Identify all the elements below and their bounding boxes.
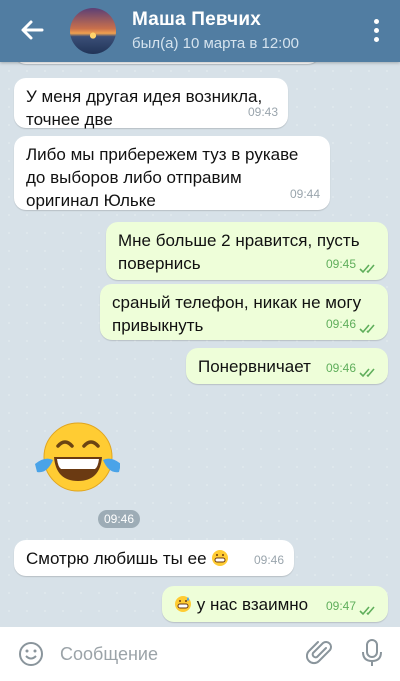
message-bubble-outgoing[interactable]: сраный телефон, никак не могу привыкнуть…	[100, 284, 388, 340]
message-input-bar: Сообщение	[0, 627, 400, 681]
message-bubble-incoming[interactable]: Либо мы прибережем туз в рукаве до выбор…	[14, 136, 330, 210]
message-text: у нас взаимно	[196, 595, 309, 614]
message-time: 09:46	[325, 317, 356, 331]
message-bubble-incoming[interactable]: У меня другая идея возникла, точнее две …	[14, 78, 288, 129]
message-text: Понервничает	[198, 357, 311, 376]
grinning-emoji-icon	[212, 550, 229, 566]
message-bubble-incoming[interactable]: Смотрю любишь ты ее 09:46	[14, 540, 294, 576]
message-input-field[interactable]: Сообщение	[60, 644, 158, 665]
message-time: 09:46	[325, 361, 356, 375]
message-bubble-outgoing[interactable]: Мне больше 2 нравится, пусть повернись 0…	[106, 222, 388, 280]
back-arrow-icon[interactable]	[16, 14, 48, 46]
message-bubble-outgoing[interactable]: у нас взаимно 09:47	[162, 586, 388, 622]
tears-of-joy-emoji-icon[interactable]	[30, 412, 120, 502]
message-time: 09:44	[289, 187, 320, 201]
message-text: Смотрю любишь ты ее	[26, 549, 207, 568]
message-list[interactable]: У меня другая идея возникла, точнее две …	[0, 52, 400, 627]
grinning-sweat-emoji-icon	[175, 596, 191, 612]
contact-name[interactable]: Маша Певчих	[132, 9, 261, 31]
telegram-chat-screen: Маша Певчих был(а) 10 марта в 12:00 У ме…	[0, 0, 400, 681]
last-seen-status: был(а) 10 марта в 12:00	[132, 35, 300, 52]
chat-header: Маша Певчих был(а) 10 марта в 12:00	[0, 0, 400, 62]
sticker-time: 09:46	[98, 510, 140, 528]
more-menu-icon[interactable]	[366, 16, 386, 46]
attach-paperclip-icon[interactable]	[306, 639, 334, 667]
message-text: сраный телефон, никак не могу привыкнуть	[112, 293, 362, 335]
double-check-icon	[359, 324, 375, 334]
message-text: Либо мы прибережем туз в рукаве до выбор…	[26, 145, 299, 210]
message-time: 09:46	[253, 553, 284, 567]
avatar[interactable]	[70, 8, 116, 54]
double-check-icon	[359, 368, 375, 378]
message-text: Мне больше 2 нравится, пусть повернись	[118, 231, 360, 273]
emoji-picker-icon[interactable]	[18, 641, 44, 667]
message-time: 09:43	[247, 105, 278, 119]
message-time: 09:45	[325, 257, 356, 271]
microphone-icon[interactable]	[360, 638, 384, 668]
message-time: 09:47	[325, 599, 356, 613]
message-bubble-outgoing[interactable]: Понервничает 09:46	[186, 348, 388, 384]
double-check-icon	[359, 606, 375, 616]
message-text: У меня другая идея возникла, точнее две	[26, 87, 263, 129]
double-check-icon	[359, 264, 375, 274]
